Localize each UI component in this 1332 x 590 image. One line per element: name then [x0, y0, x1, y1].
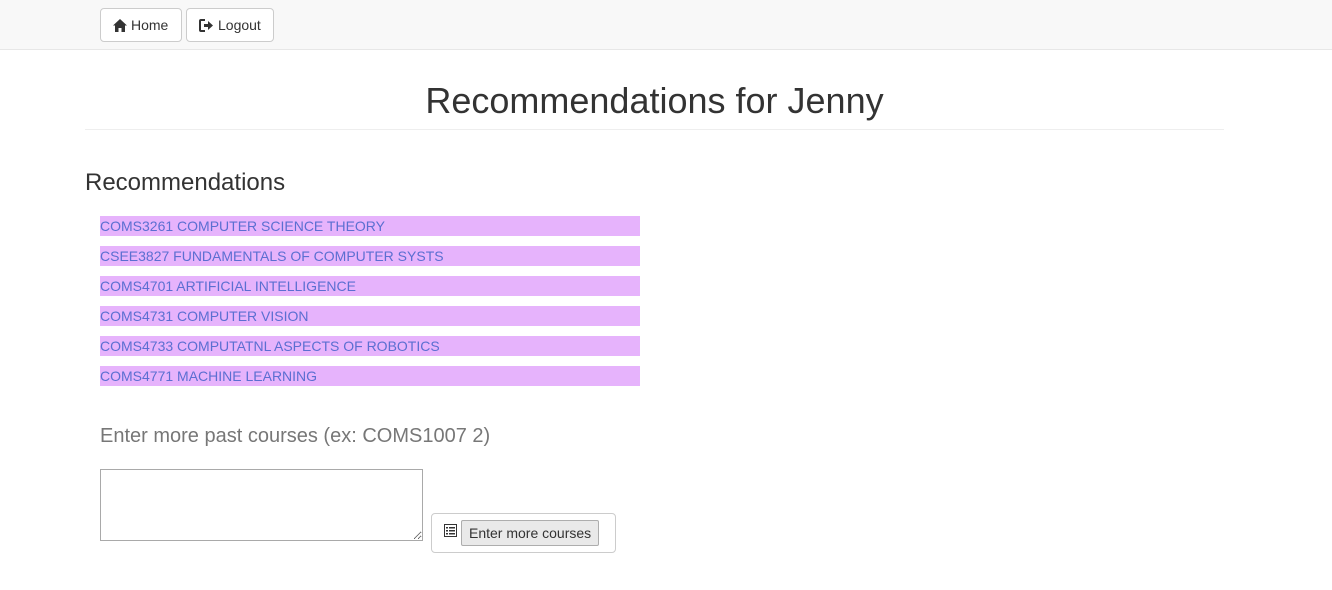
list-icon: [444, 524, 457, 542]
recommendation-item[interactable]: CSEE3827 FUNDAMENTALS OF COMPUTER SYSTS: [100, 246, 640, 266]
past-courses-label: Enter more past courses (ex: COMS1007 2): [100, 425, 491, 447]
logout-icon: [199, 18, 214, 32]
title-divider: [85, 129, 1224, 130]
home-icon: [113, 18, 127, 32]
enter-more-courses-button[interactable]: Enter more courses: [461, 520, 600, 546]
recommendation-item[interactable]: COMS4733 COMPUTATNL ASPECTS OF ROBOTICS: [100, 336, 640, 356]
recommendations-list: COMS3261 COMPUTER SCIENCE THEORY CSEE382…: [100, 216, 640, 396]
page-title: Recommendations for Jenny: [425, 80, 884, 121]
logout-label: Logout: [218, 17, 261, 33]
navbar: Home Logout: [0, 0, 1332, 50]
logout-button[interactable]: Logout: [186, 8, 274, 42]
submit-container: Enter more courses: [431, 513, 616, 553]
past-courses-input[interactable]: [100, 469, 423, 541]
recommendation-item[interactable]: COMS3261 COMPUTER SCIENCE THEORY: [100, 216, 640, 236]
recommendation-item[interactable]: COMS4701 ARTIFICIAL INTELLIGENCE: [100, 276, 640, 296]
recommendation-item[interactable]: COMS4731 COMPUTER VISION: [100, 306, 640, 326]
recommendation-item[interactable]: COMS4771 MACHINE LEARNING: [100, 366, 640, 386]
recommendations-heading: Recommendations: [85, 169, 286, 196]
home-button[interactable]: Home: [100, 8, 182, 42]
home-label: Home: [131, 17, 169, 33]
